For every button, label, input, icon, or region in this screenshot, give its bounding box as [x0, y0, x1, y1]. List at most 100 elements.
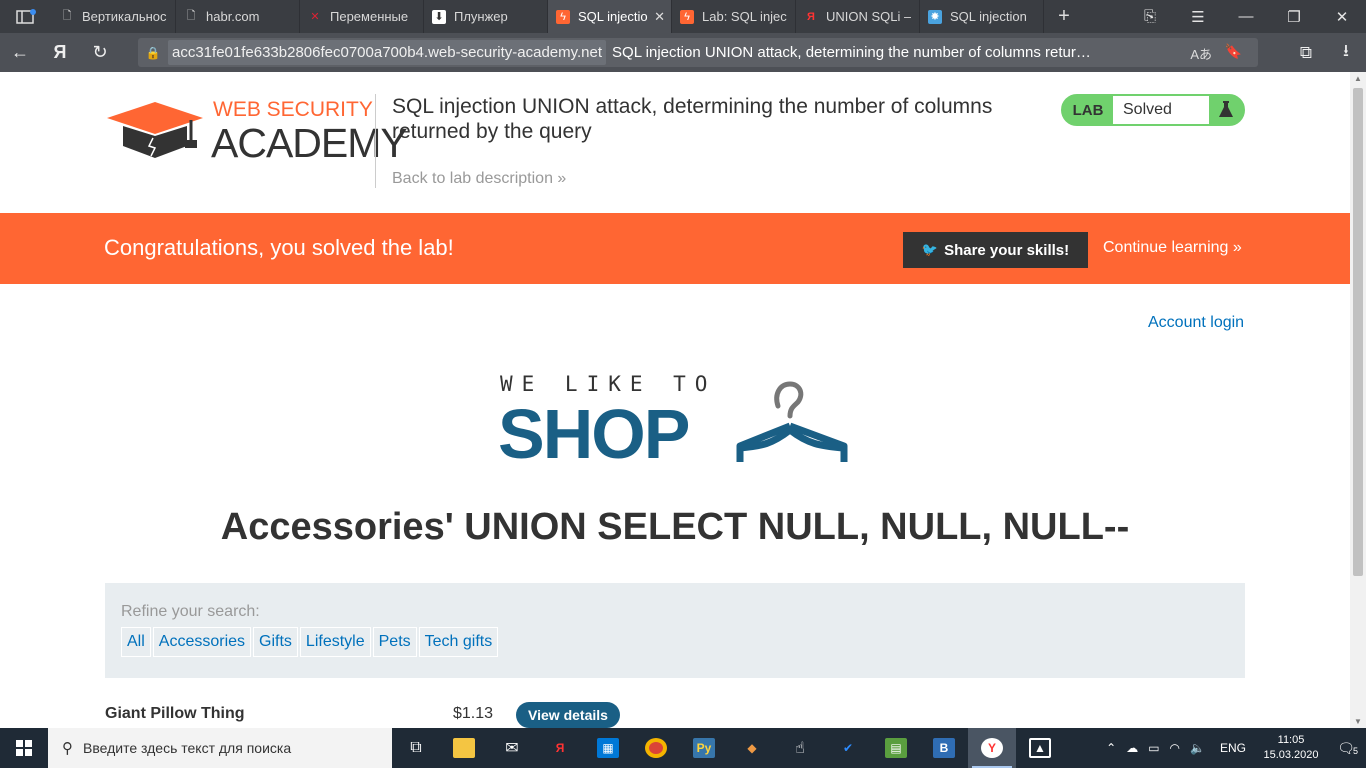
shop-logo-wordmark: SHOP — [498, 395, 690, 473]
shop-logo[interactable]: WE LIKE TO SHOP — [498, 372, 858, 473]
product-price: $1.13 — [453, 705, 494, 722]
action-center-icon[interactable]: 🗨 5 — [1326, 740, 1366, 757]
portswigger-favicon-icon: ϟ — [680, 9, 694, 24]
logo-line1: WEB SECURITY — [213, 98, 373, 121]
tab-label: SQL injectio — [578, 9, 648, 24]
taskbar-search[interactable]: ⚲ Введите здесь текст для поиска — [48, 728, 392, 768]
mail-icon[interactable]: ✉ — [488, 728, 536, 768]
url-domain[interactable]: acc31fe01fe633b2806fec0700a700b4.web-sec… — [168, 40, 607, 65]
scroll-up-icon[interactable]: ▲ — [1354, 74, 1362, 83]
hanger-icon — [736, 381, 848, 462]
bookmarks-icon[interactable]: ⎘ — [1126, 8, 1174, 25]
vk-icon[interactable]: В — [920, 728, 968, 768]
wifi-icon[interactable]: ◠ — [1170, 741, 1180, 755]
spreadsheet-icon[interactable]: ▤ — [872, 728, 920, 768]
close-window-icon[interactable]: ✕ — [1318, 8, 1366, 26]
page-viewport: WEB SECURITY ACADEMY SQL injection UNION… — [0, 72, 1350, 728]
store-icon[interactable]: ▦ — [584, 728, 632, 768]
filter-tech-gifts[interactable]: Tech gifts — [418, 627, 499, 657]
volume-icon[interactable]: 🔈 — [1190, 741, 1205, 755]
touch-app-icon[interactable]: ☝ — [776, 728, 824, 768]
lock-icon[interactable]: 🔒 — [138, 46, 168, 60]
url-page-title: SQL injection UNION attack, determining … — [612, 44, 1091, 61]
translate-icon[interactable]: Aあ — [1190, 44, 1212, 63]
bookmark-icon[interactable]: 🔖 — [1225, 43, 1242, 60]
lab-status-widget: LAB Solved — [1061, 94, 1245, 126]
scrollbar-thumb[interactable] — [1353, 88, 1363, 576]
twitter-icon: 🐦 — [921, 242, 939, 257]
web-security-academy-logo[interactable]: WEB SECURITY ACADEMY — [105, 96, 408, 166]
input-language[interactable]: ENG — [1220, 741, 1246, 755]
document-icon: 🗋 — [62, 10, 72, 22]
back-arrow-icon[interactable]: ← — [0, 42, 40, 63]
browser-tab[interactable]: ⬇ Плунжер — [424, 0, 548, 33]
clock-date: 15.03.2020 — [1263, 749, 1319, 761]
document-icon: 🗋 — [186, 10, 196, 22]
filter-lifestyle[interactable]: Lifestyle — [299, 627, 371, 657]
system-tray: ⌃ ☁ ▭ ◠ 🔈 ENG 11:05 15.03.2020 🗨 5 — [1101, 728, 1366, 768]
yandex-browser-icon[interactable]: Y — [968, 728, 1016, 768]
mortarboard-icon — [107, 102, 203, 158]
new-tab-button[interactable]: + — [1044, 0, 1084, 33]
lab-status-label: LAB — [1072, 101, 1104, 119]
tabs-sidebar-icon[interactable] — [0, 0, 52, 33]
site-favicon-icon: ✸ — [928, 9, 942, 24]
browser-tab-bar: 🗋 Вертикальнос 🗋 habr.com ✕ Переменные ⬇… — [0, 0, 1366, 33]
download-favicon-icon: ⬇ — [432, 9, 446, 24]
tab-label: Переменные — [330, 9, 409, 24]
filter-gifts[interactable]: Gifts — [253, 627, 298, 657]
filter-accessories[interactable]: Accessories — [152, 627, 252, 657]
downloads-icon[interactable]: ⭳ — [1326, 38, 1366, 67]
menu-icon[interactable]: ☰ — [1174, 8, 1222, 26]
flask-icon — [1209, 96, 1243, 124]
browser-tab[interactable]: Я UNION SQLi – — [796, 0, 920, 33]
yandex-home-button[interactable]: Я — [40, 42, 80, 63]
back-to-lab-link[interactable]: Back to lab description » — [392, 170, 566, 188]
restore-icon[interactable]: ❐ — [1270, 8, 1318, 26]
tray-expand-icon[interactable]: ⌃ — [1106, 741, 1116, 755]
minimize-icon[interactable]: — — [1222, 8, 1270, 25]
close-tab-icon[interactable]: ✕ — [654, 9, 665, 25]
logo-line2: ACADEMY — [211, 120, 408, 166]
browser-tab[interactable]: ✸ SQL injection — [920, 0, 1044, 33]
address-bar: ← Я ↻ 🔒 acc31fe01fe633b2806fec0700a700b4… — [0, 33, 1366, 72]
url-field[interactable]: 🔒 acc31fe01fe633b2806fec0700a700b4.web-s… — [138, 38, 1258, 67]
search-icon: ⚲ — [62, 740, 73, 757]
refine-label: Refine your search: — [121, 603, 260, 620]
task-view-icon[interactable]: ⧉ — [392, 728, 440, 768]
account-login-link[interactable]: Account login — [1148, 314, 1244, 332]
extension-icon[interactable]: ⧉ — [1286, 43, 1326, 63]
browser-tab[interactable]: 🗋 habr.com — [176, 0, 300, 33]
tray-network-alert-icon[interactable]: ☁ — [1126, 741, 1138, 755]
file-explorer-icon[interactable] — [440, 728, 488, 768]
browser-tab-active[interactable]: ϟ SQL injectio ✕ — [548, 0, 672, 33]
chrome-icon[interactable] — [632, 728, 680, 768]
yandex-app-icon[interactable]: Я — [536, 728, 584, 768]
page-scrollbar[interactable]: ▲ ▼ — [1350, 72, 1366, 728]
share-skills-label: Share your skills! — [944, 241, 1070, 259]
photos-icon[interactable]: ▲ — [1016, 728, 1064, 768]
congratulations-message: Congratulations, you solved the lab! — [104, 235, 454, 260]
portswigger-favicon-icon: ϟ — [556, 9, 570, 24]
reload-icon[interactable]: ↻ — [80, 42, 120, 63]
windows-taskbar: ⚲ Введите здесь текст для поиска ⧉ ✉ Я ▦… — [0, 728, 1366, 768]
python-icon[interactable]: Py — [680, 728, 728, 768]
tab-label: UNION SQLi – — [826, 9, 911, 24]
browser-tab[interactable]: 🗋 Вертикальнос — [52, 0, 176, 33]
filter-all[interactable]: All — [121, 627, 151, 657]
lab-title: SQL injection UNION attack, determining … — [392, 95, 993, 143]
windows-start-icon[interactable] — [0, 728, 48, 768]
share-skills-button[interactable]: 🐦 Share your skills! — [903, 232, 1088, 268]
todo-icon[interactable]: ✔ — [824, 728, 872, 768]
tab-label: habr.com — [206, 9, 260, 24]
git-app-icon[interactable]: ◆ — [728, 728, 776, 768]
scroll-down-icon[interactable]: ▼ — [1354, 717, 1362, 726]
view-details-button[interactable]: View details — [516, 702, 620, 728]
browser-tab[interactable]: ✕ Переменные — [300, 0, 424, 33]
taskbar-clock[interactable]: 11:05 15.03.2020 — [1256, 733, 1326, 763]
filter-pets[interactable]: Pets — [372, 627, 417, 657]
browser-tab[interactable]: ϟ Lab: SQL injec — [672, 0, 796, 33]
solved-notification-banner: Congratulations, you solved the lab! 🐦 S… — [0, 213, 1350, 284]
battery-icon[interactable]: ▭ — [1148, 741, 1159, 755]
continue-learning-link[interactable]: Continue learning » — [1103, 239, 1242, 257]
